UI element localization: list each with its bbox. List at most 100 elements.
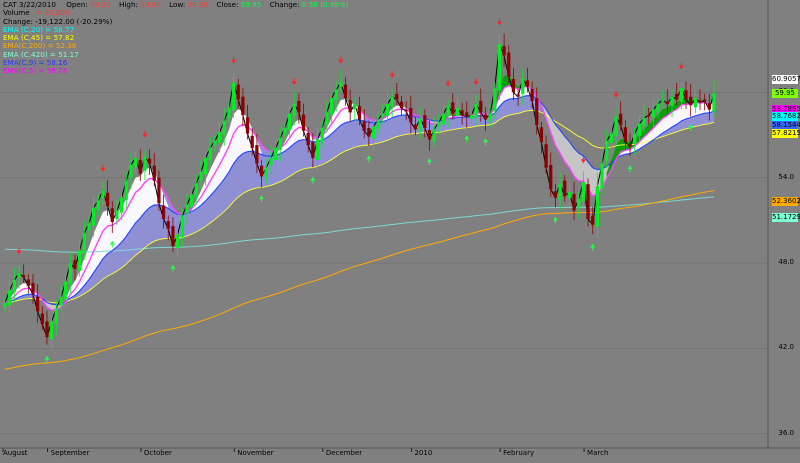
- candle-body: [460, 110, 464, 116]
- candle-body: [283, 128, 287, 136]
- candle-body: [656, 103, 660, 112]
- candle-body: [269, 157, 273, 165]
- candle-body: [591, 216, 595, 225]
- candle-body: [45, 321, 49, 338]
- price-marker: 57.8215: [772, 129, 800, 139]
- candle-body: [521, 78, 525, 94]
- candle-body: [385, 103, 390, 116]
- candle-body: [306, 132, 310, 146]
- x-tick-label: October: [143, 449, 172, 457]
- candle-body: [488, 113, 492, 122]
- candle-body: [147, 158, 152, 164]
- candle-body: [665, 101, 669, 104]
- candle-body: [642, 118, 646, 126]
- candle-body: [469, 115, 474, 119]
- candle-body: [465, 112, 469, 117]
- close-value: 59.95: [240, 0, 262, 9]
- candle-body: [157, 177, 161, 204]
- candle-body: [689, 96, 693, 106]
- candle-body: [712, 93, 716, 112]
- price-marker: 59.95: [772, 88, 798, 98]
- x-tick-label: November: [237, 449, 274, 457]
- candle-body: [217, 132, 222, 143]
- candle-body: [633, 133, 637, 144]
- y-tick-label: 48.0: [778, 258, 794, 267]
- candle-body: [675, 93, 679, 100]
- candle-body: [82, 233, 86, 253]
- candle-body: [3, 302, 7, 308]
- candle-body: [474, 103, 478, 118]
- candle-body: [432, 129, 436, 142]
- candle-body: [329, 98, 334, 115]
- price-marker: 51.1729: [772, 213, 800, 223]
- candle-body: [161, 205, 166, 220]
- candle-body: [22, 275, 26, 278]
- candle-body: [36, 296, 40, 312]
- candle-body: [511, 78, 516, 93]
- x-tick-label: 2010: [414, 449, 433, 457]
- candle-body: [376, 119, 380, 129]
- candle-body: [129, 164, 133, 178]
- candle-body: [404, 110, 408, 112]
- indicator-ema-5: EMA(C,5) = 58.78: [3, 66, 68, 76]
- candle-body: [572, 194, 576, 211]
- candle-body: [119, 197, 124, 213]
- y-tick-label: 42.0: [778, 343, 794, 352]
- candle-body: [26, 279, 30, 286]
- candle-body: [110, 208, 114, 222]
- candle-body: [595, 186, 600, 227]
- candle-body: [651, 109, 655, 118]
- candle-body: [451, 102, 455, 114]
- candle-body: [409, 108, 413, 123]
- x-tick-label: September: [50, 449, 90, 457]
- candle-body: [399, 101, 404, 109]
- candle-body: [301, 114, 306, 131]
- candle-body: [502, 46, 506, 56]
- candle-body: [320, 128, 324, 142]
- chart-window: CAT 3/22/2010 Open: 59.35 High: 59.95 Lo…: [0, 0, 800, 463]
- candle-body: [684, 90, 688, 100]
- x-tick-label: December: [325, 449, 363, 457]
- candle-body: [92, 207, 96, 226]
- candle-body: [348, 100, 352, 113]
- candle-body: [483, 114, 488, 120]
- candle-body: [264, 167, 268, 179]
- info-panel: CAT 3/22/2010 Open: 59.35 High: 59.95 Lo…: [3, 0, 349, 76]
- candle-body: [138, 160, 142, 174]
- candle-body: [623, 127, 627, 143]
- candle-body: [8, 290, 12, 306]
- candle-body: [101, 190, 105, 198]
- candle-body: [600, 163, 604, 189]
- candle-body: [343, 84, 348, 99]
- candle-body: [292, 103, 296, 116]
- change-value: 0.58 (0.98%): [301, 0, 349, 9]
- high-value: 59.95: [140, 0, 161, 9]
- price-marker: 60.9057: [772, 75, 800, 85]
- candle-body: [507, 52, 511, 77]
- candle-body: [259, 165, 264, 177]
- candle-body: [395, 93, 399, 100]
- candle-body: [208, 147, 212, 160]
- candle-body: [497, 44, 502, 91]
- candle-body: [339, 82, 343, 87]
- candle-body: [287, 113, 292, 131]
- candle-body: [73, 260, 77, 269]
- candle-body: [227, 108, 231, 119]
- candle-body: [78, 250, 82, 271]
- candle-body: [530, 88, 534, 101]
- x-tick-label: February: [503, 449, 535, 457]
- candle-body: [637, 123, 641, 136]
- close-label: Close:: [216, 0, 239, 9]
- candle-body: [68, 263, 72, 284]
- candle-body: [96, 200, 100, 210]
- candle-body: [50, 321, 54, 340]
- candle-body: [670, 96, 674, 106]
- candle-body: [567, 192, 572, 199]
- candle-body: [31, 283, 35, 295]
- candle-body: [115, 210, 119, 220]
- candle-body: [124, 180, 128, 200]
- candle-body: [315, 139, 320, 160]
- y-tick-label: 54.0: [778, 172, 794, 181]
- candle-body: [371, 126, 376, 139]
- candle-body: [166, 221, 170, 229]
